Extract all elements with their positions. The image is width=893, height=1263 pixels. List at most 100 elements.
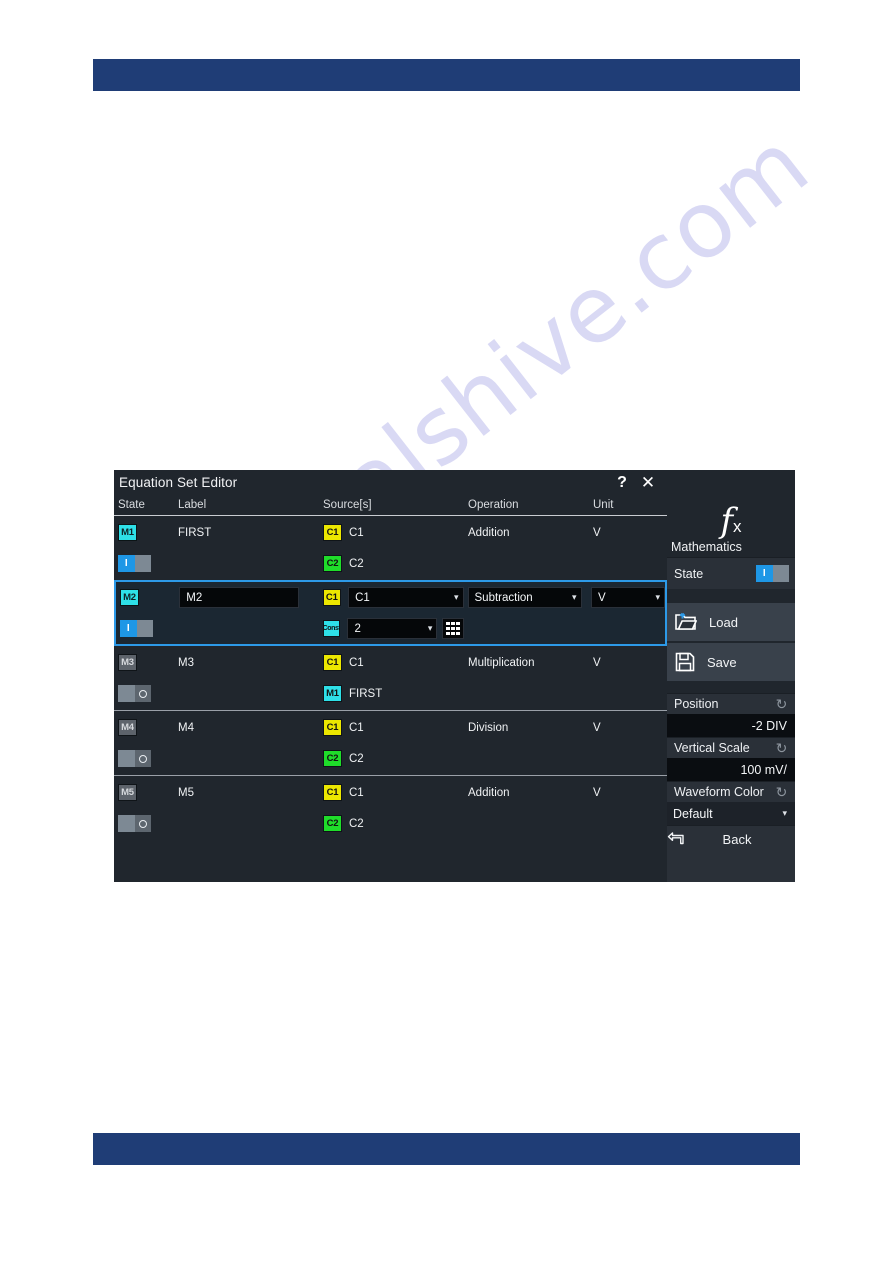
- table-row[interactable]: M3 M3 C1 C1 M1 FIRST Multiplication V: [114, 646, 667, 710]
- table-row[interactable]: M5 M5 C1 C1 C2 C2 Addition V: [114, 776, 667, 840]
- back-button[interactable]: Back: [667, 825, 795, 852]
- position-parameter: Position ↻ -2 DIV: [667, 693, 795, 737]
- equation-set-editor-dialog: Equation Set Editor ? ✕ State Label Sour…: [114, 470, 667, 882]
- source-text: C2: [349, 557, 364, 570]
- toggle-off-side: [134, 750, 151, 767]
- back-label: Back: [722, 831, 752, 847]
- math-badge[interactable]: M5: [118, 784, 137, 801]
- sidebar-state-row[interactable]: State I: [667, 557, 795, 589]
- toggle-circle-icon: [138, 754, 147, 763]
- math-badge[interactable]: M2: [120, 589, 139, 606]
- math-badge[interactable]: M1: [118, 524, 137, 541]
- source-badge: C1: [323, 524, 342, 541]
- sidebar-header: fx Mathematics: [667, 470, 795, 557]
- label-input[interactable]: M2: [179, 587, 300, 608]
- row-unit-cell[interactable]: V: [589, 523, 667, 573]
- row-operation-text: Addition: [468, 526, 510, 539]
- row-state-toggle[interactable]: [118, 815, 151, 832]
- source-text: C1: [349, 786, 364, 799]
- row-unit-cell[interactable]: V: [589, 653, 667, 703]
- toggle-circle-icon: [138, 689, 147, 698]
- row-label-cell[interactable]: FIRST: [174, 523, 319, 573]
- const-badge: Const: [322, 620, 341, 637]
- row-state-toggle[interactable]: I: [120, 620, 153, 637]
- row-state-toggle[interactable]: [118, 685, 151, 702]
- sidebar-state-label: State: [674, 566, 704, 581]
- page-header-bar: [93, 59, 800, 91]
- toggle-on-side: [118, 685, 135, 702]
- numeric-keypad-icon[interactable]: [442, 618, 464, 639]
- row-sources-cell[interactable]: C1 C1 M1 FIRST: [319, 653, 464, 703]
- row-label-cell[interactable]: M5: [174, 783, 319, 833]
- toggle-on-side: I: [756, 565, 773, 582]
- load-button[interactable]: Load: [667, 601, 795, 641]
- row-operation-cell[interactable]: Subtraction ▾: [464, 587, 587, 638]
- source-badge: C2: [323, 815, 342, 832]
- waveform-color-parameter: Waveform Color ↻ Default ▾: [667, 781, 795, 825]
- row-operation-cell[interactable]: Addition: [464, 523, 589, 573]
- row-unit-cell[interactable]: V: [589, 783, 667, 833]
- close-icon[interactable]: ✕: [635, 472, 661, 494]
- row-sources-cell[interactable]: C1 C1 C2 C2: [319, 783, 464, 833]
- row-state-toggle[interactable]: I: [118, 555, 151, 572]
- chevron-down-icon: ▾: [427, 623, 433, 633]
- reset-icon[interactable]: ↻: [775, 741, 788, 755]
- source-text: FIRST: [349, 687, 383, 700]
- fx-icon: fx: [720, 501, 742, 541]
- row-state-toggle[interactable]: [118, 750, 151, 767]
- floppy-disk-icon: [675, 652, 695, 672]
- math-badge[interactable]: M4: [118, 719, 137, 736]
- position-value[interactable]: -2 DIV: [667, 714, 795, 737]
- toggle-off-side: [134, 815, 151, 832]
- save-button[interactable]: Save: [667, 641, 795, 681]
- row-label-cell[interactable]: M4: [174, 718, 319, 768]
- waveform-color-dropdown[interactable]: Default ▾: [667, 802, 795, 825]
- source-text: C2: [349, 752, 364, 765]
- toggle-off-side: [134, 555, 151, 572]
- reset-icon[interactable]: ↻: [775, 785, 788, 799]
- row-label-cell[interactable]: M3: [174, 653, 319, 703]
- equation-rows: M1 I FIRST C1 C1 C2 C2 Addition V M2 I M…: [114, 516, 667, 882]
- operation-dropdown[interactable]: Subtraction ▾: [467, 587, 582, 608]
- source-badge: C1: [323, 719, 342, 736]
- chevron-down-icon: ▾: [453, 592, 459, 602]
- help-icon[interactable]: ?: [609, 472, 635, 494]
- row-operation-text: Multiplication: [468, 656, 535, 669]
- source-badge: M1: [323, 685, 342, 702]
- table-row-selected[interactable]: M2 I M2 C1 C1 ▾ Const 2 ▾ Subtraction ▾ …: [114, 580, 667, 646]
- column-header-state: State: [118, 499, 145, 511]
- vertical-scale-header: Vertical Scale ↻: [667, 737, 795, 758]
- chevron-down-icon: ▾: [571, 592, 577, 602]
- row-operation-text: Addition: [468, 786, 510, 799]
- chevron-down-icon: ▾: [655, 592, 660, 602]
- row-label-text: FIRST: [178, 526, 212, 539]
- row-unit-cell[interactable]: V ▾: [587, 587, 665, 638]
- table-row[interactable]: M4 M4 C1 C1 C2 C2 Division V: [114, 711, 667, 775]
- source-badge: C2: [323, 750, 342, 767]
- row-operation-cell[interactable]: Addition: [464, 783, 589, 833]
- reset-icon[interactable]: ↻: [775, 697, 788, 711]
- row-sources-cell[interactable]: C1 C1 C2 C2: [319, 718, 464, 768]
- row-unit-cell[interactable]: V: [589, 718, 667, 768]
- source2-value: 2: [354, 622, 361, 635]
- math-badge[interactable]: M3: [118, 654, 137, 671]
- row-label-text: M5: [178, 786, 194, 799]
- column-header-operation: Operation: [468, 499, 519, 511]
- dialog-title: Equation Set Editor: [119, 475, 238, 490]
- sidebar-spacer: [667, 681, 795, 693]
- row-sources-cell[interactable]: C1 C1 ▾ Const 2 ▾: [319, 587, 464, 639]
- row-sources-cell[interactable]: C1 C1 C2 C2: [319, 523, 464, 573]
- toggle-on-side: I: [118, 555, 135, 572]
- row-operation-cell[interactable]: Multiplication: [464, 653, 589, 703]
- source2-dropdown[interactable]: 2 ▾: [347, 618, 438, 639]
- sidebar-title: Mathematics: [671, 540, 742, 554]
- row-operation-cell[interactable]: Division: [464, 718, 589, 768]
- source1-value: C1: [355, 591, 370, 604]
- row-label-cell[interactable]: M2: [175, 587, 318, 638]
- sidebar-state-toggle[interactable]: I: [756, 565, 789, 582]
- unit-dropdown[interactable]: V ▾: [591, 587, 665, 608]
- source1-dropdown[interactable]: C1 ▾: [348, 587, 464, 608]
- table-row[interactable]: M1 I FIRST C1 C1 C2 C2 Addition V: [114, 516, 667, 580]
- vertical-scale-value[interactable]: 100 mV/: [667, 758, 795, 781]
- sidebar-spacer: [667, 589, 795, 601]
